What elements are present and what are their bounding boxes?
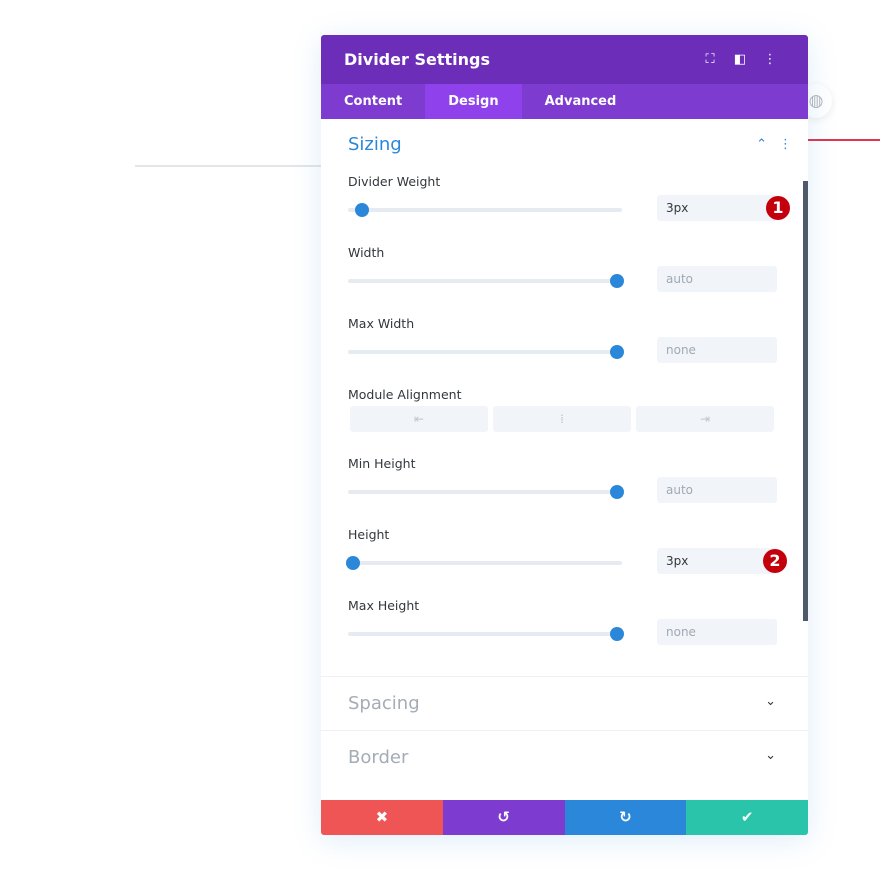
section-title: Border [348,747,409,768]
field-divider-weight: Divider Weight 3px 1 [348,174,790,221]
page-divider-line [135,165,325,167]
slider-track[interactable] [348,485,624,499]
section-spacing[interactable]: Spacing ⌄ [321,676,808,730]
tab-content[interactable]: Content [321,84,425,119]
field-label: Module Alignment [348,387,462,402]
field-label: Divider Weight [348,174,441,189]
section-title-sizing[interactable]: Sizing [348,134,402,155]
cancel-button[interactable]: ✖ [321,800,443,835]
undo-button[interactable]: ↺ [442,800,565,835]
section-title: Spacing [348,693,420,714]
field-label: Height [348,527,390,542]
field-max-height: Max Height none [348,598,778,645]
redo-button[interactable]: ↻ [564,800,687,835]
split-view-icon[interactable]: ◧ [725,52,755,67]
field-max-width: Max Width none [348,316,778,363]
slider-track[interactable] [346,556,622,570]
tab-advanced[interactable]: Advanced [522,84,640,119]
chevron-down-icon[interactable]: ⌄ [765,694,776,709]
annotation-badge: 2 [763,549,787,573]
scrollbar[interactable] [803,181,808,621]
more-options-icon[interactable]: ⋮ [755,52,785,67]
tab-design[interactable]: Design [425,84,522,119]
value-input[interactable]: none [657,337,777,363]
field-label: Max Width [348,316,415,331]
value-input[interactable]: none [657,619,777,645]
slider-thumb[interactable] [346,556,361,570]
slider-track[interactable] [348,203,622,217]
field-label: Min Height [348,456,416,471]
field-module-alignment: Module Alignment ⇤ ⁞ ⇥ [348,387,778,432]
field-label: Width [348,245,385,260]
section-more-icon[interactable]: ⋮ [779,137,792,152]
page-red-divider [806,139,880,141]
fullscreen-icon[interactable]: ⛶ [695,52,725,67]
section-border[interactable]: Border ⌄ [321,730,808,784]
slider-thumb[interactable] [609,274,624,288]
slider-thumb[interactable] [354,203,369,217]
align-center-button[interactable]: ⁞ [493,406,631,432]
value-input[interactable]: auto [657,266,777,292]
chevron-down-icon[interactable]: ⌄ [765,748,776,763]
value-input[interactable]: 3px [657,548,777,574]
annotation-badge: 1 [766,196,790,220]
align-right-button[interactable]: ⇥ [636,406,774,432]
save-button[interactable]: ✔ [686,800,808,835]
field-height: Height 3px 2 [346,527,787,574]
slider-track[interactable] [348,345,624,359]
field-min-height: Min Height auto [348,456,778,503]
field-width: Width auto [348,245,778,292]
chevron-up-icon[interactable]: ⌃ [756,137,767,152]
value-input[interactable]: 3px [657,195,777,221]
field-label: Max Height [348,598,420,613]
slider-thumb[interactable] [609,345,624,359]
value-input[interactable]: auto [657,477,777,503]
modal-title: Divider Settings [344,50,490,69]
slider-thumb[interactable] [609,485,624,499]
align-left-button[interactable]: ⇤ [350,406,488,432]
tab-bar: Content Design Advanced [321,84,808,119]
slider-thumb[interactable] [609,627,624,641]
slider-track[interactable] [348,274,624,288]
slider-track[interactable] [348,627,624,641]
modal-header: Divider Settings ⛶ ◧ ⋮ [321,35,808,84]
modal-footer: ✖ ↺ ↻ ✔ [321,800,808,835]
divider-settings-modal: Divider Settings ⛶ ◧ ⋮ Content Design Ad… [321,35,808,835]
